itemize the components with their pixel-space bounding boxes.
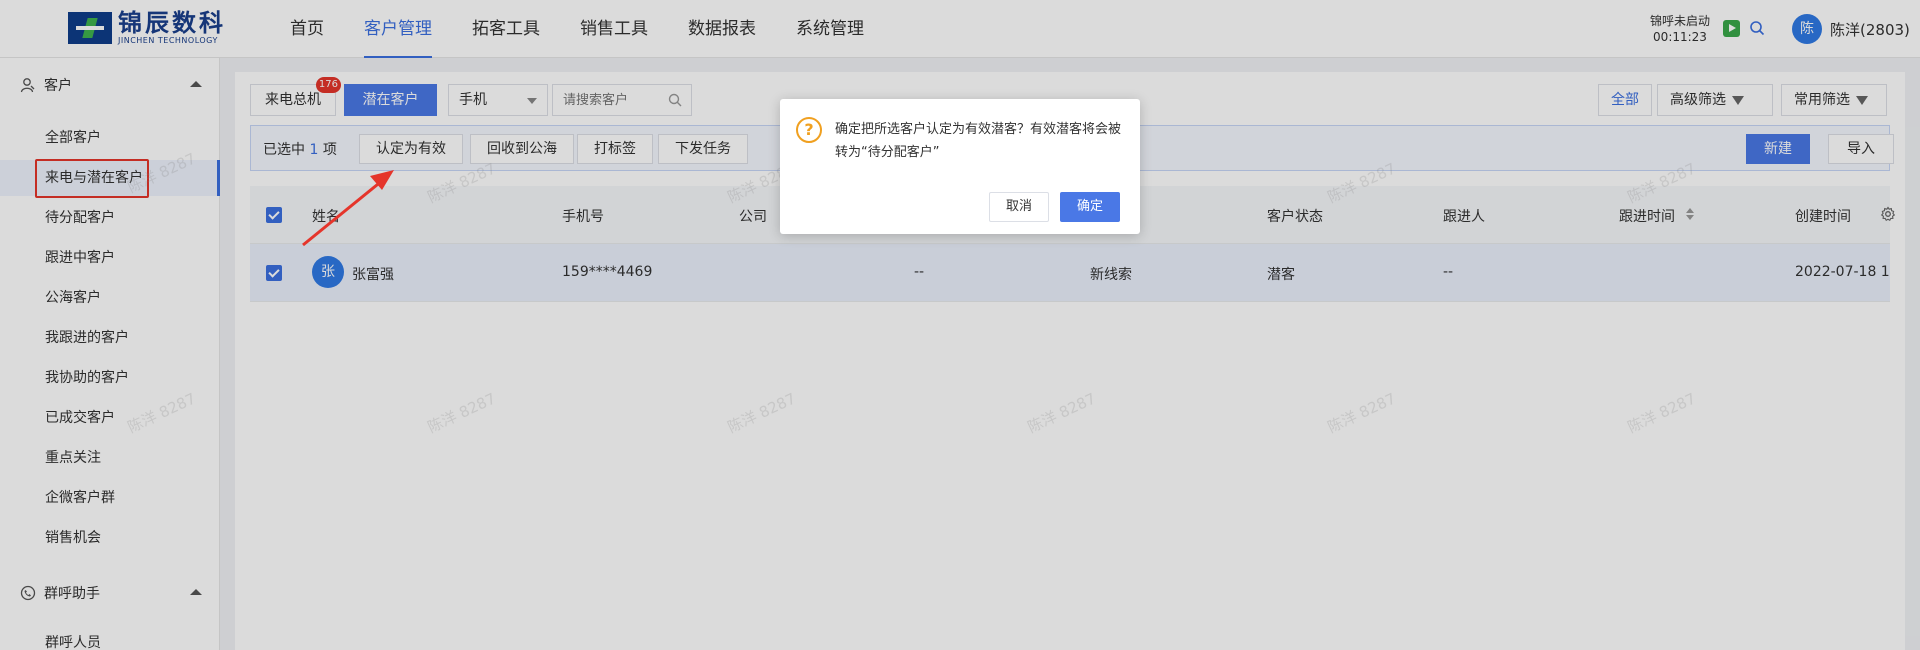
question-icon: ? bbox=[796, 117, 822, 143]
confirm-button[interactable]: 确定 bbox=[1060, 192, 1120, 222]
cancel-button[interactable]: 取消 bbox=[989, 192, 1049, 222]
confirm-dialog: ? 确定把所选客户认定为有效潜客？有效潜客将会被转为“待分配客户” 取消 确定 bbox=[780, 99, 1140, 234]
modal-overlay[interactable] bbox=[0, 0, 1920, 650]
dialog-message: 确定把所选客户认定为有效潜客？有效潜客将会被转为“待分配客户” bbox=[835, 122, 1122, 160]
